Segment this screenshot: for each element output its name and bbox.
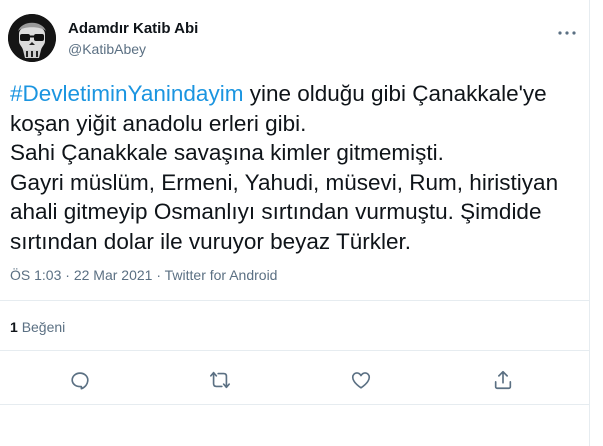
more-options-button[interactable]: [556, 22, 578, 44]
hashtag-link[interactable]: #DevletiminYanindayim: [10, 81, 243, 106]
tweet-text: #DevletiminYanindayim yine olduğu gibi Ç…: [10, 79, 580, 256]
share-icon: [494, 370, 512, 390]
meta-separator: ·: [156, 267, 161, 283]
reply-icon: [71, 372, 89, 390]
like-label: Beğeni: [21, 319, 66, 335]
divider: [0, 350, 590, 351]
retweet-icon: [210, 371, 230, 389]
tweet-time[interactable]: ÖS 1:03: [10, 267, 61, 283]
avatar[interactable]: [8, 14, 56, 62]
meta-separator: ·: [65, 267, 70, 283]
share-button[interactable]: [490, 367, 516, 393]
retweet-button[interactable]: [207, 367, 233, 393]
tweet-date[interactable]: 22 Mar 2021: [74, 267, 153, 283]
author-handle[interactable]: @KatibAbey: [68, 40, 146, 58]
like-count: 1: [10, 319, 18, 335]
like-icon: [351, 372, 371, 389]
author-display-name[interactable]: Adamdır Katib Abi: [68, 20, 198, 38]
tweet-header: Adamdır Katib Abi @KatibAbey: [8, 14, 582, 66]
divider: [0, 300, 590, 301]
tweet-meta: ÖS 1:03 · 22 Mar 2021 · Twitter for Andr…: [10, 266, 277, 284]
more-dots-icon: [558, 31, 576, 35]
tweet-source[interactable]: Twitter for Android: [165, 267, 278, 283]
divider: [0, 404, 590, 405]
likes-stat[interactable]: 1 Beğeni: [10, 318, 65, 336]
reply-button[interactable]: [67, 367, 93, 393]
like-button[interactable]: [348, 367, 374, 393]
tweet-card: Adamdır Katib Abi @KatibAbey #Devletimin…: [0, 0, 590, 446]
tweet-body: yine olduğu gibi Çanakkale'ye koşan yiği…: [10, 81, 559, 254]
skull-avatar-icon: [8, 14, 56, 62]
action-bar: [0, 362, 590, 398]
